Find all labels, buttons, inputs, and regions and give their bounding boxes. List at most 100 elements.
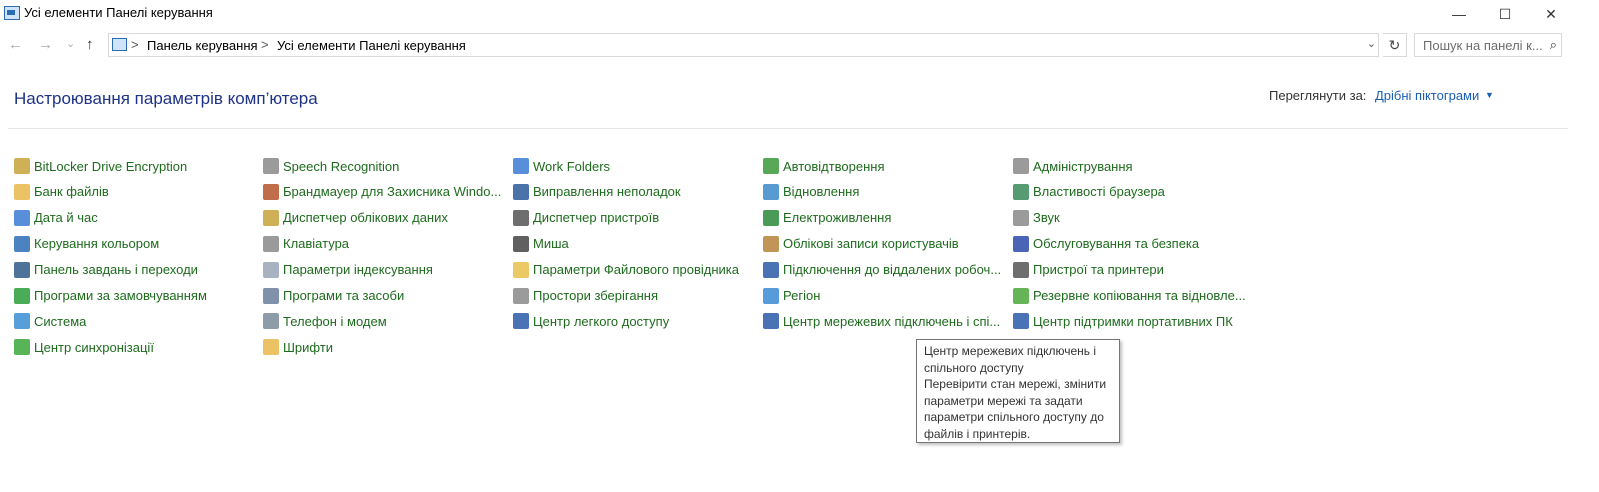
address-bar[interactable]: > Панель керування > Усі елементи Панелі… — [108, 33, 1379, 57]
control-panel-item[interactable]: Speech Recognition — [263, 156, 399, 176]
control-panel-item[interactable]: Банк файлів — [14, 182, 109, 202]
control-panel-item[interactable]: Центр синхронізації — [14, 337, 154, 357]
work-folders-icon — [513, 158, 529, 174]
up-button[interactable]: ↑ — [86, 36, 94, 53]
item-label: Центр підтримки портативних ПК — [1033, 313, 1233, 329]
item-label: Резервне копіювання та відновле... — [1033, 288, 1246, 303]
item-label: Властивості браузера — [1033, 184, 1165, 200]
sync-center-icon — [14, 339, 30, 356]
item-label: Параметри Файлового провідника — [533, 262, 739, 278]
control-panel-item[interactable]: Телефон і модем — [263, 311, 387, 331]
control-panel-item[interactable]: Підключення до віддалених робоч... — [763, 260, 1001, 280]
control-panel-item[interactable]: Керування кольором — [14, 234, 159, 254]
mouse-icon — [513, 235, 529, 252]
control-panel-item[interactable]: Пристрої та принтери — [1013, 260, 1164, 280]
control-panel-item[interactable]: Виправлення неполадок — [513, 182, 681, 202]
control-panel-item[interactable]: Параметри індексування — [263, 260, 433, 280]
maximize-button[interactable]: ☐ — [1482, 0, 1528, 28]
control-panel-item[interactable]: Програми за замовчуванням — [14, 286, 207, 306]
network-center-icon — [763, 313, 779, 330]
close-button[interactable]: ✕ — [1528, 0, 1574, 28]
search-placeholder: Пошук на панелі к... — [1423, 38, 1543, 53]
item-label: Підключення до віддалених робоч... — [783, 262, 1002, 278]
item-label: Диспетчер пристроїв — [533, 210, 660, 226]
sound-icon — [1013, 209, 1029, 226]
item-label: Регіон — [783, 288, 821, 303]
tooltip: Центр мережевих підключень і спільного д… — [916, 339, 1120, 443]
refresh-button[interactable]: ↻ — [1383, 33, 1407, 57]
tooltip-body: Перевірити стан мережі, змінити параметр… — [924, 377, 1107, 441]
control-panel-item[interactable]: Диспетчер облікових даних — [263, 208, 448, 228]
control-panel-item[interactable]: Панель завдань і переходи — [14, 260, 198, 280]
control-panel-item[interactable]: Work Folders — [513, 156, 610, 176]
item-label: Миша — [533, 236, 569, 252]
control-panel-item[interactable]: Дата й час — [14, 208, 98, 228]
item-label: Електроживлення — [783, 210, 892, 226]
back-button[interactable]: ← — [8, 36, 23, 53]
control-panel-item[interactable]: Центр мережевих підключень і спі... — [763, 311, 1000, 331]
minimize-button[interactable]: — — [1436, 0, 1482, 28]
control-panel-item[interactable]: Брандмауер для Захисника Windo... — [263, 182, 501, 202]
control-panel-item[interactable]: Простори зберігання — [513, 286, 658, 306]
search-icon[interactable]: ⌕ — [1550, 37, 1557, 53]
administrative-tools-icon — [1013, 158, 1029, 174]
control-panel-item[interactable]: Властивості браузера — [1013, 182, 1165, 202]
item-label: Облікові записи користувачів — [783, 236, 959, 252]
control-panel-item[interactable]: Відновлення — [763, 182, 859, 202]
breadcrumb-separator[interactable]: > — [261, 37, 269, 52]
control-panel-item[interactable]: Параметри Файлового провідника — [513, 260, 739, 280]
view-by-label: Переглянути за: — [1269, 88, 1367, 103]
control-panel-item[interactable]: Клавіатура — [263, 234, 349, 254]
tooltip-title: Центр мережевих підключень і спільного д… — [924, 344, 1097, 375]
control-panel-item[interactable]: BitLocker Drive Encryption — [14, 156, 187, 176]
chevron-down-icon[interactable]: ▼ — [1485, 90, 1494, 100]
item-label: Дата й час — [34, 210, 98, 226]
window-title: Усі елементи Панелі керування — [24, 5, 213, 20]
mobility-center-icon — [1013, 313, 1029, 330]
control-panel-item[interactable]: Програми та засоби — [263, 286, 404, 306]
control-panel-item[interactable]: Адміністрування — [1013, 156, 1133, 176]
item-label: Брандмауер для Захисника Windo... — [283, 184, 502, 200]
control-panel-item[interactable]: Система — [14, 311, 86, 331]
control-panel-item[interactable]: Миша — [513, 234, 569, 254]
item-label: Програми за замовчуванням — [34, 288, 207, 303]
breadcrumb-all-items[interactable]: Усі елементи Панелі керування — [277, 38, 466, 53]
system-icon — [14, 313, 30, 330]
control-panel-item[interactable]: Автовідтворення — [763, 156, 885, 176]
item-label: Банк файлів — [34, 184, 109, 200]
control-panel-item[interactable]: Обслуговування та безпека — [1013, 234, 1199, 254]
control-panel-item[interactable]: Електроживлення — [763, 208, 891, 228]
backup-restore-icon — [1013, 287, 1029, 304]
file-history-icon — [14, 183, 30, 200]
item-label: Звук — [1033, 210, 1060, 226]
breadcrumb-separator[interactable]: > — [131, 37, 139, 52]
control-panel-item[interactable]: Резервне копіювання та відновле... — [1013, 286, 1246, 306]
remote-desktop-icon — [763, 261, 779, 278]
control-panel-item[interactable]: Регіон — [763, 286, 820, 306]
recent-locations-button[interactable]: ⌄ — [66, 37, 75, 50]
item-label: Простори зберігання — [533, 288, 658, 303]
item-label: Телефон і модем — [283, 313, 387, 329]
control-panel-item[interactable]: Облікові записи користувачів — [763, 234, 959, 254]
device-manager-icon — [513, 209, 529, 226]
firewall-icon — [263, 183, 279, 200]
item-label: Speech Recognition — [283, 158, 400, 174]
item-label: Параметри індексування — [283, 262, 433, 278]
control-panel-icon — [4, 6, 20, 20]
control-panel-item[interactable]: Центр легкого доступу — [513, 311, 669, 331]
view-by-dropdown[interactable]: Дрібні піктограми — [1375, 88, 1479, 103]
internet-options-icon — [1013, 183, 1029, 200]
devices-printers-icon — [1013, 261, 1029, 278]
region-icon — [763, 287, 779, 304]
breadcrumb-control-panel[interactable]: Панель керування — [147, 38, 258, 53]
address-dropdown-icon[interactable]: ⌄ — [1367, 37, 1376, 50]
control-panel-item[interactable]: Звук — [1013, 208, 1060, 228]
control-panel-item[interactable]: Диспетчер пристроїв — [513, 208, 659, 228]
item-label: Адміністрування — [1033, 158, 1133, 174]
item-label: Центр мережевих підключень і спі... — [783, 313, 1001, 329]
search-input[interactable]: Пошук на панелі к... ⌕ — [1414, 33, 1562, 57]
forward-button[interactable]: → — [38, 36, 53, 53]
item-label: Пристрої та принтери — [1033, 262, 1164, 278]
control-panel-item[interactable]: Шрифти — [263, 337, 333, 357]
control-panel-item[interactable]: Центр підтримки портативних ПК — [1013, 311, 1233, 331]
